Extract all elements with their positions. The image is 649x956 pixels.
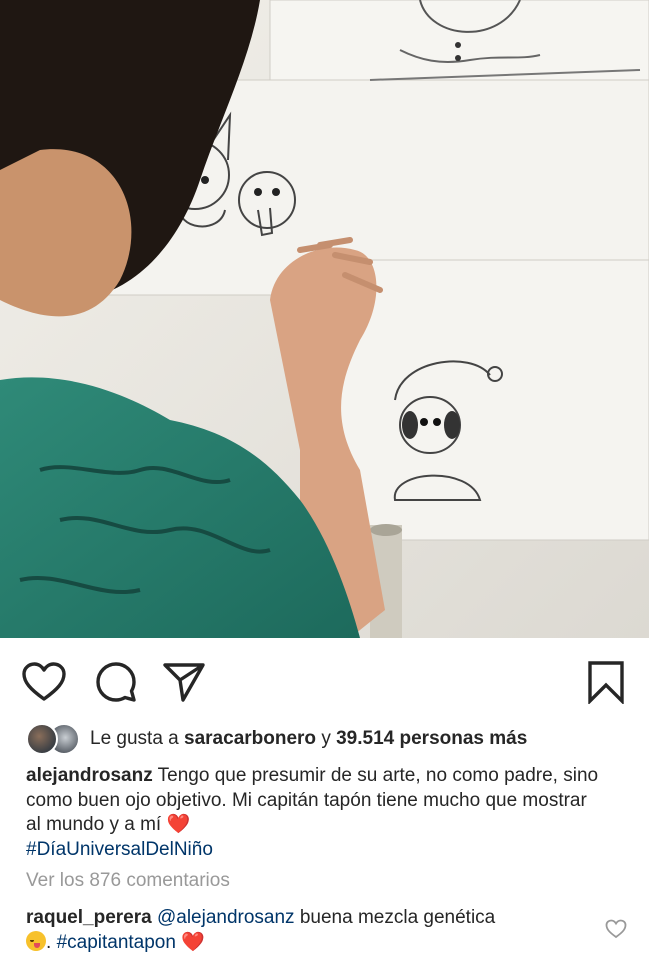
comment-username[interactable]: raquel_perera [26,907,152,928]
post-photo[interactable] [0,0,649,638]
caption-heart-emoji: ❤️ [166,814,191,835]
comment-button[interactable] [92,658,140,706]
action-bar [0,638,649,724]
comment-like-button[interactable] [605,919,627,941]
save-button[interactable] [582,658,630,706]
comment-text: buena mezcla genética [294,907,496,928]
liker-username[interactable]: saracarbonero [184,728,316,750]
view-all-comments-link[interactable]: Ver los 876 comentarios [26,870,230,892]
share-icon [163,663,205,702]
winking-tongue-emoji-icon [26,931,46,951]
likes-conj: y [316,728,337,749]
photo-illustration [0,0,649,638]
likes-prefix: Le gusta a [90,728,185,749]
comment-heart-emoji: ❤️ [181,932,205,953]
caption-username[interactable]: alejandrosanz [26,765,153,786]
liker-avatars [26,723,84,755]
comment-text-mid: . [46,932,57,953]
bookmark-icon [588,661,624,704]
heart-icon [22,662,66,701]
caption-hashtag[interactable]: #DíaUniversalDelNiño [26,839,213,860]
likes-summary[interactable]: Le gusta a saracarbonero y 39.514 person… [26,722,527,756]
like-button[interactable] [20,658,68,706]
post-caption: alejandrosanz Tengo que presumir de su a… [26,764,606,862]
comment-icon [96,662,136,702]
comment-like-heart-icon [605,919,627,939]
share-button[interactable] [160,658,208,706]
likes-count[interactable]: 39.514 personas más [336,728,527,750]
comment-hashtag[interactable]: #capitantapon [57,932,176,953]
comment-mention[interactable]: @alejandrosanz [157,907,295,928]
comment-item: raquel_perera @alejandrosanz buena mezcl… [26,905,591,955]
avatar [26,723,58,755]
